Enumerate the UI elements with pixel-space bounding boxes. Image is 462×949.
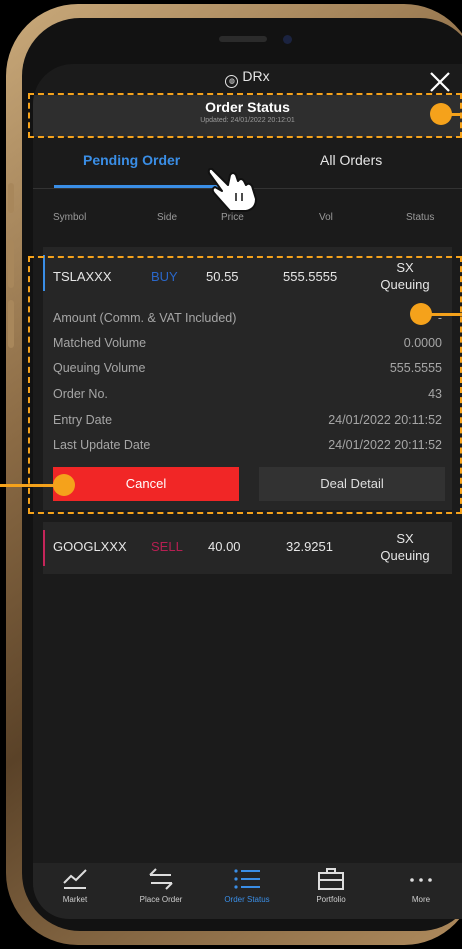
close-icon[interactable] (428, 70, 452, 94)
brand-name: DRx (242, 68, 270, 84)
more-dots-icon (410, 878, 432, 882)
tab-pending-order[interactable]: Pending Order (83, 152, 180, 168)
col-price: Price (221, 212, 244, 223)
col-side: Side (157, 212, 178, 223)
order-accent-bar (43, 530, 45, 566)
col-vol: Vol (319, 212, 333, 223)
highlight-header (28, 93, 462, 138)
phone-side-button (8, 300, 14, 348)
nav-item-order-status[interactable]: Order Status (207, 867, 287, 904)
nav-item-more[interactable]: More (381, 867, 461, 904)
col-status: Status (406, 212, 435, 223)
globe-icon: ◍ (225, 75, 239, 88)
callout-line (0, 484, 55, 487)
order-symbol: GOOGLXXX (53, 539, 127, 554)
order-status: SX Queuing (373, 530, 437, 564)
order-card-collapsed[interactable]: GOOGLXXX SELL 40.00 32.9251 SX Queuing (43, 522, 452, 574)
nav-label: Place Order (139, 895, 183, 904)
callout-dot (53, 474, 75, 496)
app-brand: ◍ DRx (33, 68, 462, 88)
order-status-text: Queuing (380, 548, 430, 563)
phone-side-button (8, 183, 14, 213)
nav-label: Order Status (224, 895, 270, 904)
nav-label: More (411, 895, 431, 904)
front-camera (283, 35, 292, 44)
tap-hand-icon (207, 167, 257, 212)
tab-all-orders[interactable]: All Orders (320, 152, 382, 168)
phone-side-button (8, 240, 14, 288)
nav-item-market[interactable]: Market (35, 867, 115, 904)
callout-line (445, 113, 462, 116)
chart-icon (63, 869, 87, 889)
nav-item-portfolio[interactable]: Portfolio (291, 867, 371, 904)
order-volume: 32.9251 (286, 539, 333, 554)
bottom-nav: Market Place Order Order Status Portfoli… (33, 863, 462, 919)
col-symbol: Symbol (53, 212, 87, 223)
highlight-order-card (28, 256, 462, 514)
order-price: 40.00 (208, 539, 241, 554)
nav-item-place-order[interactable]: Place Order (121, 867, 201, 904)
callout-line (425, 313, 462, 316)
briefcase-icon (318, 868, 344, 890)
nav-label: Portfolio (316, 895, 346, 904)
speaker-grille (219, 36, 267, 42)
order-side: SELL (151, 539, 183, 554)
list-icon (234, 869, 260, 889)
order-status-market: SX (396, 531, 414, 546)
nav-label: Market (62, 895, 88, 904)
swap-arrows-icon (149, 868, 173, 890)
